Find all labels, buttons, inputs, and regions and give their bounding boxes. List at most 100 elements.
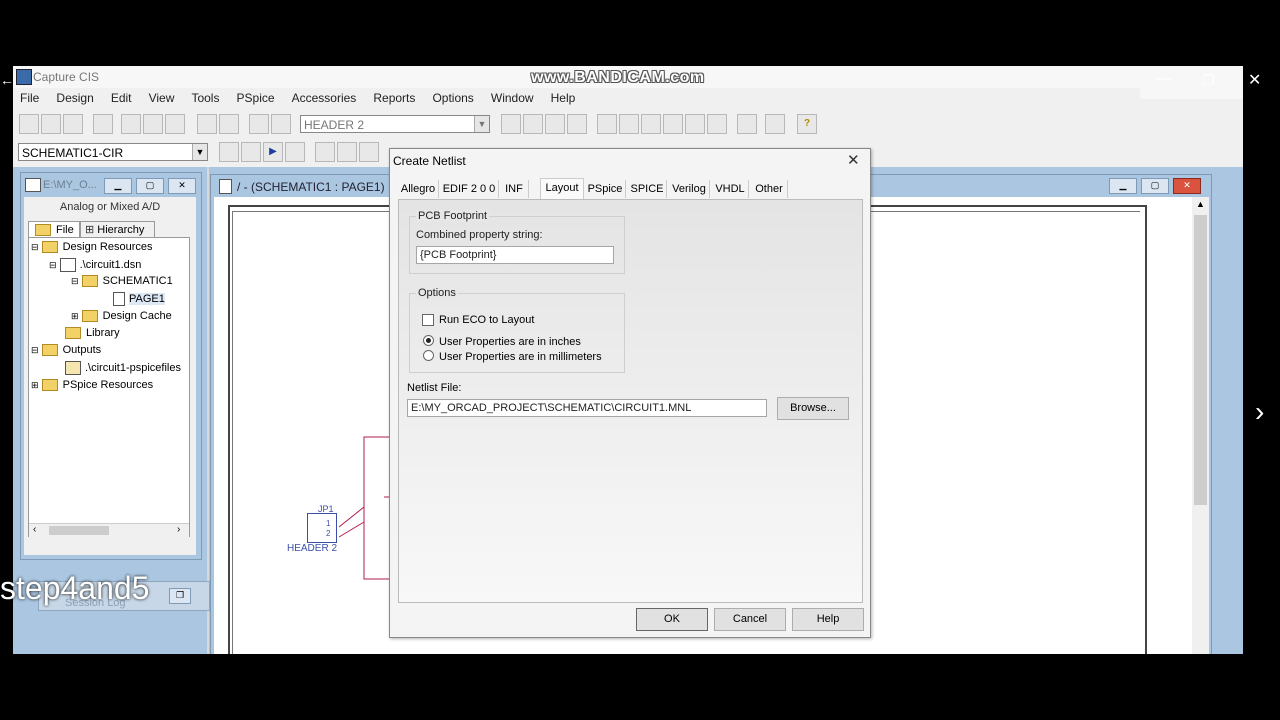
tree-item-pspice-resources[interactable]: ⊞ PSpice Resources bbox=[31, 379, 153, 392]
chevron-down-icon[interactable]: ▼ bbox=[192, 144, 207, 160]
scroll-up-icon[interactable]: ▲ bbox=[1196, 199, 1205, 209]
print-icon[interactable] bbox=[93, 114, 113, 134]
menu-pspice[interactable]: PSpice bbox=[237, 91, 275, 105]
drc-icon[interactable] bbox=[641, 114, 661, 134]
tree-item-page1[interactable]: PAGE1 bbox=[113, 292, 165, 306]
new-icon[interactable] bbox=[19, 114, 39, 134]
tree-item-outputs[interactable]: ⊟ Outputs bbox=[31, 344, 101, 357]
report-file-icon bbox=[65, 361, 81, 375]
scroll-thumb[interactable] bbox=[49, 526, 109, 535]
run-icon[interactable]: ▶ bbox=[263, 142, 283, 162]
power-marker-icon[interactable] bbox=[359, 142, 379, 162]
window-minimize-icon[interactable]: — bbox=[1155, 70, 1171, 88]
back-arrow-icon[interactable]: ← bbox=[0, 72, 14, 88]
part-combo[interactable]: HEADER 2 ▼ bbox=[300, 115, 490, 133]
copy-icon[interactable] bbox=[143, 114, 163, 134]
snap-icon[interactable] bbox=[737, 114, 757, 134]
tab-other[interactable]: Other bbox=[751, 180, 788, 198]
tab-verilog[interactable]: Verilog bbox=[669, 180, 710, 198]
cancel-button[interactable]: Cancel bbox=[714, 608, 786, 631]
annotate-icon[interactable] bbox=[597, 114, 617, 134]
open-icon[interactable] bbox=[41, 114, 61, 134]
scroll-right-icon[interactable]: › bbox=[177, 524, 180, 535]
close-icon[interactable]: ✕ bbox=[168, 178, 196, 194]
layout2-icon[interactable] bbox=[271, 114, 291, 134]
maximize-icon[interactable]: ▢ bbox=[1141, 178, 1169, 194]
back-annotate-icon[interactable] bbox=[619, 114, 639, 134]
menu-view[interactable]: View bbox=[149, 91, 175, 105]
combined-property-input[interactable]: {PCB Footprint} bbox=[416, 246, 614, 264]
dialog-close-icon[interactable]: ✕ bbox=[847, 151, 860, 169]
close-icon[interactable]: ✕ bbox=[1173, 178, 1201, 194]
maximize-icon[interactable]: ▢ bbox=[136, 178, 164, 194]
bom-icon[interactable] bbox=[707, 114, 727, 134]
chevron-down-icon[interactable]: ▼ bbox=[474, 116, 489, 132]
menu-edit[interactable]: Edit bbox=[111, 91, 132, 105]
wire-network bbox=[338, 385, 393, 580]
tree-item-design-cache[interactable]: ⊞ Design Cache bbox=[71, 310, 172, 323]
pin-2-label: 2 bbox=[326, 529, 331, 538]
tab-layout[interactable]: Layout bbox=[540, 178, 584, 200]
minimize-icon[interactable]: ▁ bbox=[1109, 178, 1137, 194]
window-close-icon[interactable]: ✕ bbox=[1248, 70, 1261, 90]
undo-icon[interactable] bbox=[197, 114, 217, 134]
probe-icon[interactable] bbox=[285, 142, 305, 162]
help-button[interactable]: Help bbox=[792, 608, 864, 631]
redo-icon[interactable] bbox=[219, 114, 239, 134]
cross-ref-icon[interactable] bbox=[685, 114, 705, 134]
browse-button[interactable]: Browse... bbox=[777, 397, 849, 420]
tree-item-circuit-dsn[interactable]: ⊟ .\circuit1.dsn bbox=[49, 258, 141, 272]
zoom-in-icon[interactable] bbox=[501, 114, 521, 134]
page-icon bbox=[113, 292, 125, 306]
next-arrow-icon[interactable]: › bbox=[1255, 396, 1264, 428]
tree-item-library[interactable]: Library bbox=[65, 327, 120, 340]
millimeters-radio[interactable] bbox=[423, 350, 434, 361]
zoom-out-icon[interactable] bbox=[523, 114, 543, 134]
inches-radio[interactable] bbox=[423, 335, 434, 346]
tab-hierarchy[interactable]: ⊞ Hierarchy bbox=[80, 221, 155, 238]
tab-inf[interactable]: INF bbox=[500, 180, 529, 198]
tab-spice[interactable]: SPICE bbox=[628, 180, 667, 198]
create-netlist-icon[interactable] bbox=[219, 142, 239, 162]
cut-icon[interactable] bbox=[121, 114, 141, 134]
ok-button[interactable]: OK bbox=[636, 608, 708, 631]
horizontal-scrollbar[interactable]: ‹ › bbox=[29, 523, 189, 537]
help-icon[interactable]: ? bbox=[797, 114, 817, 134]
tree-item-schematic[interactable]: ⊟ SCHEMATIC1 bbox=[71, 275, 173, 288]
save-icon[interactable] bbox=[63, 114, 83, 134]
menu-design[interactable]: Design bbox=[56, 91, 93, 105]
menu-window[interactable]: Window bbox=[491, 91, 534, 105]
netlist-icon[interactable] bbox=[663, 114, 683, 134]
tree-item-design-resources[interactable]: ⊟ Design Resources bbox=[31, 241, 152, 254]
netlist-file-input[interactable]: E:\MY_ORCAD_PROJECT\SCHEMATIC\CIRCUIT1.M… bbox=[407, 399, 767, 417]
menu-options[interactable]: Options bbox=[432, 91, 473, 105]
scroll-left-icon[interactable]: ‹ bbox=[33, 524, 36, 535]
paste-icon[interactable] bbox=[165, 114, 185, 134]
tab-file[interactable]: File bbox=[28, 221, 80, 238]
menu-tools[interactable]: Tools bbox=[191, 91, 219, 105]
tree-item-pspicefiles[interactable]: .\circuit1-pspicefiles bbox=[65, 361, 181, 375]
run-eco-checkbox[interactable] bbox=[422, 314, 434, 326]
zoom-area-icon[interactable] bbox=[545, 114, 565, 134]
vertical-scrollbar[interactable]: ▲ bbox=[1192, 197, 1209, 654]
menu-accessories[interactable]: Accessories bbox=[292, 91, 357, 105]
voltage-marker-icon[interactable] bbox=[315, 142, 335, 162]
zoom-all-icon[interactable] bbox=[567, 114, 587, 134]
menu-reports[interactable]: Reports bbox=[373, 91, 415, 105]
scroll-thumb[interactable] bbox=[1194, 215, 1207, 505]
current-marker-icon[interactable] bbox=[337, 142, 357, 162]
grid-icon[interactable] bbox=[765, 114, 785, 134]
layout-icon[interactable] bbox=[249, 114, 269, 134]
part-header2[interactable]: 1 2 bbox=[307, 513, 337, 543]
window-icon[interactable] bbox=[241, 142, 261, 162]
tab-allegro[interactable]: Allegro bbox=[398, 180, 439, 198]
menu-file[interactable]: File bbox=[20, 91, 39, 105]
tab-edif[interactable]: EDIF 2 0 0 bbox=[440, 180, 499, 198]
window-restore-icon[interactable]: ❐ bbox=[1202, 72, 1215, 89]
minimize-icon[interactable]: ▁ bbox=[104, 178, 132, 194]
schematic-combo[interactable]: SCHEMATIC1-CIR ▼ bbox=[18, 143, 208, 161]
menu-help[interactable]: Help bbox=[551, 91, 576, 105]
tab-pspice[interactable]: PSpice bbox=[585, 180, 626, 198]
tab-vhdl[interactable]: VHDL bbox=[712, 180, 749, 198]
restore-icon[interactable]: ❐ bbox=[169, 588, 191, 604]
